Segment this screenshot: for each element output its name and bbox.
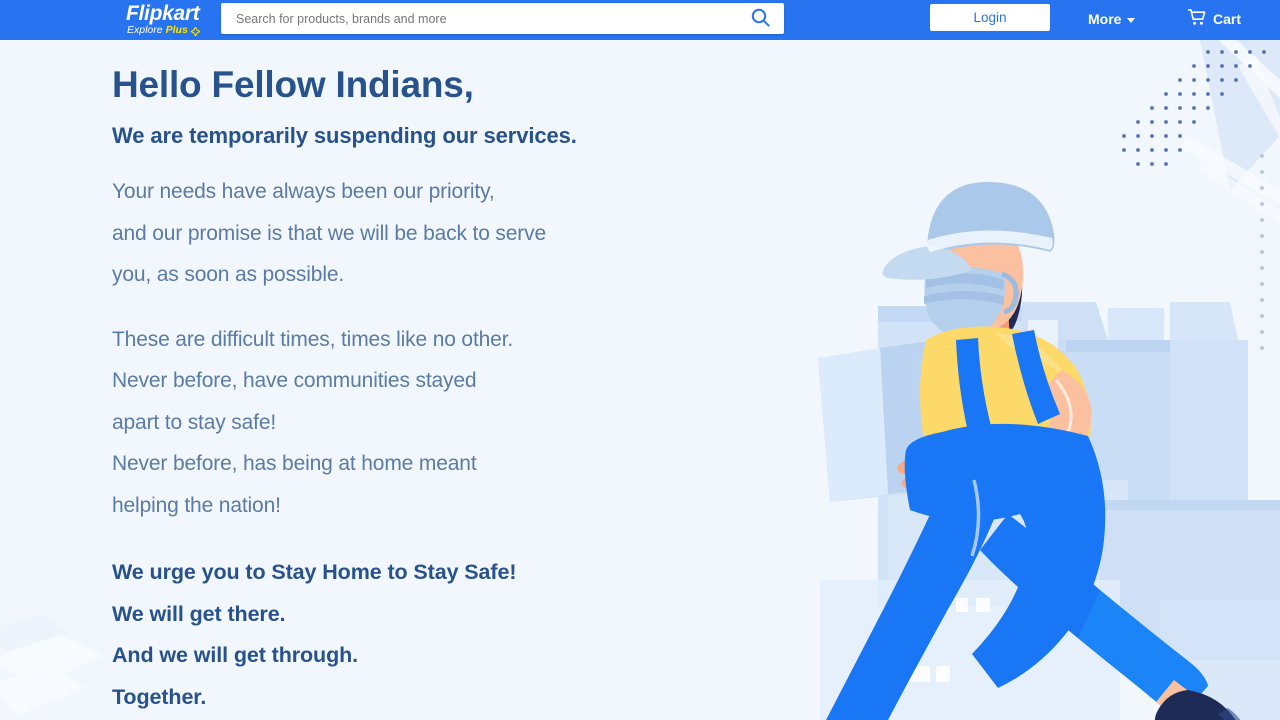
brand-explore-text: Explore	[127, 24, 163, 36]
closing-line: And we will get through.	[112, 643, 359, 667]
page-title: Hello Fellow Indians,	[112, 64, 474, 105]
top-right-decoration	[1080, 30, 1280, 230]
closing-line: We urge you to Stay Home to Stay Safe!	[112, 560, 517, 584]
search-bar[interactable]	[221, 3, 784, 34]
paragraph-line: These are difficult times, times like no…	[112, 327, 514, 351]
more-label: More	[1088, 11, 1122, 27]
paragraph-line: you, as soon as possible.	[112, 263, 345, 286]
paragraph-line: and our promise is that we will be back …	[112, 221, 547, 245]
delivery-person-illustration	[760, 40, 1280, 720]
search-input[interactable]	[221, 3, 736, 34]
closing-line: We will get there.	[112, 601, 286, 626]
login-button[interactable]: Login	[930, 4, 1050, 31]
paragraph-line: apart to stay safe!	[112, 410, 277, 434]
notice-subheading: We are temporarily suspending our servic…	[112, 123, 577, 148]
more-menu[interactable]: More	[1088, 8, 1136, 30]
paragraph-line: Never before, have communities stayed	[112, 369, 477, 392]
shopping-cart-icon	[1187, 9, 1206, 29]
plus-diamond-icon	[190, 26, 200, 36]
brand-tagline: Explore Plus	[127, 24, 200, 36]
flipkart-logo[interactable]: Flipkart Explore Plus	[126, 0, 221, 40]
right-edge-dot-column	[1254, 150, 1270, 360]
paragraph-line: Never before, has being at home meant	[112, 452, 477, 475]
search-button[interactable]	[736, 3, 784, 34]
notice-content: Hello Fellow Indians, We are temporarily…	[112, 40, 752, 718]
notice-paragraph-2: These are difficult times, times like no…	[112, 319, 752, 527]
brand-plus-text: Plus	[165, 24, 188, 36]
brand-name: Flipkart	[126, 2, 200, 25]
paragraph-line: Your needs have always been our priority…	[112, 180, 495, 203]
notice-paragraph-1: Your needs have always been our priority…	[112, 171, 752, 296]
notice-closing: We urge you to Stay Home to Stay Safe! W…	[112, 552, 752, 718]
site-header: Flipkart Explore Plus Login More	[0, 0, 1280, 40]
cart-link[interactable]: Cart	[1187, 8, 1242, 30]
cart-label: Cart	[1213, 11, 1242, 27]
chevron-down-icon	[1127, 17, 1136, 23]
paragraph-line: helping the nation!	[112, 493, 281, 517]
closing-line: Together.	[112, 684, 207, 709]
search-icon	[751, 8, 770, 30]
